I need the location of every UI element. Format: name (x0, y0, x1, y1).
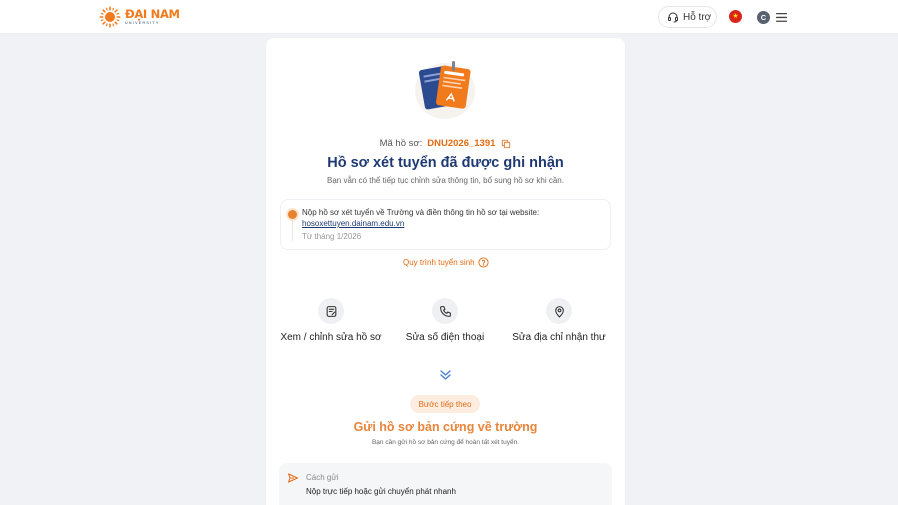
vietnam-flag-icon[interactable]: ★ (729, 10, 742, 23)
edit-address-button[interactable]: Sửa địa chỉ nhận thư (499, 298, 619, 343)
logo-brand-text: ĐẠI NAM (125, 7, 180, 21)
timeline-text: Nộp hồ sơ xét tuyển về Trường và điền th… (302, 208, 540, 217)
documents-illustration (415, 61, 475, 119)
headset-icon (668, 12, 678, 23)
sun-logo-icon (99, 6, 121, 28)
process-link-label: Quy trình tuyển sinh (403, 258, 475, 267)
website-link[interactable]: hosoxettuyen.dainam.edu.vn (302, 219, 404, 228)
send-method-box (279, 463, 612, 505)
page-subtitle: Bạn vẫn có thể tiếp tục chỉnh sửa thông … (327, 176, 564, 185)
timeline-line (292, 221, 293, 241)
action-label: Xem / chỉnh sửa hồ sơ (280, 332, 382, 343)
support-button[interactable]: Hỗ trợ (658, 6, 717, 28)
action-label: Sửa địa chỉ nhận thư (512, 332, 606, 343)
logo-sub-text: UNIVERSITY (125, 21, 160, 25)
application-code: DNU2026_1391 (427, 138, 496, 149)
double-chevron-down-icon[interactable] (439, 369, 452, 381)
next-step-badge: Bước tiếp theo (410, 395, 480, 413)
edit-document-icon (326, 305, 336, 317)
send-method-label: Cách gửi (306, 473, 339, 482)
page-title: Hồ sơ xét tuyển đã được ghi nhận (327, 155, 564, 171)
edit-phone-button[interactable]: Sửa số điện thoại (385, 298, 505, 343)
send-method-value: Nộp trực tiếp hoặc gửi chuyển phát nhanh (306, 487, 456, 496)
hamburger-menu-icon (776, 12, 787, 22)
top-header: ĐẠI NAM UNIVERSITY Hỗ trợ ★ C (0, 0, 898, 34)
action-label: Sửa số điện thoại (405, 332, 485, 343)
next-step-subtitle: Bạn cần gửi hồ sơ bản cứng để hoàn tất x… (371, 439, 520, 446)
admission-process-link[interactable]: Quy trình tuyển sinh (403, 257, 489, 268)
avatar: C (757, 10, 770, 24)
timeline-dot (288, 210, 297, 219)
location-pin-icon (554, 305, 564, 318)
phone-icon (439, 305, 451, 317)
support-label: Hỗ trợ (683, 11, 712, 23)
next-step-title: Gửi hồ sơ bản cứng về trường (353, 420, 538, 434)
timeline-date: Từ tháng 1/2026 (302, 232, 362, 241)
code-label: Mã hồ sơ: (379, 138, 423, 149)
copy-icon[interactable] (501, 139, 511, 149)
university-logo[interactable]: ĐẠI NAM UNIVERSITY (99, 6, 180, 28)
question-circle-icon (478, 257, 489, 268)
user-menu-button[interactable]: C (753, 6, 793, 28)
view-edit-profile-button[interactable]: Xem / chỉnh sửa hồ sơ (271, 298, 391, 343)
send-icon (288, 473, 298, 483)
application-code-row: Mã hồ sơ: DNU2026_1391 (266, 138, 625, 149)
